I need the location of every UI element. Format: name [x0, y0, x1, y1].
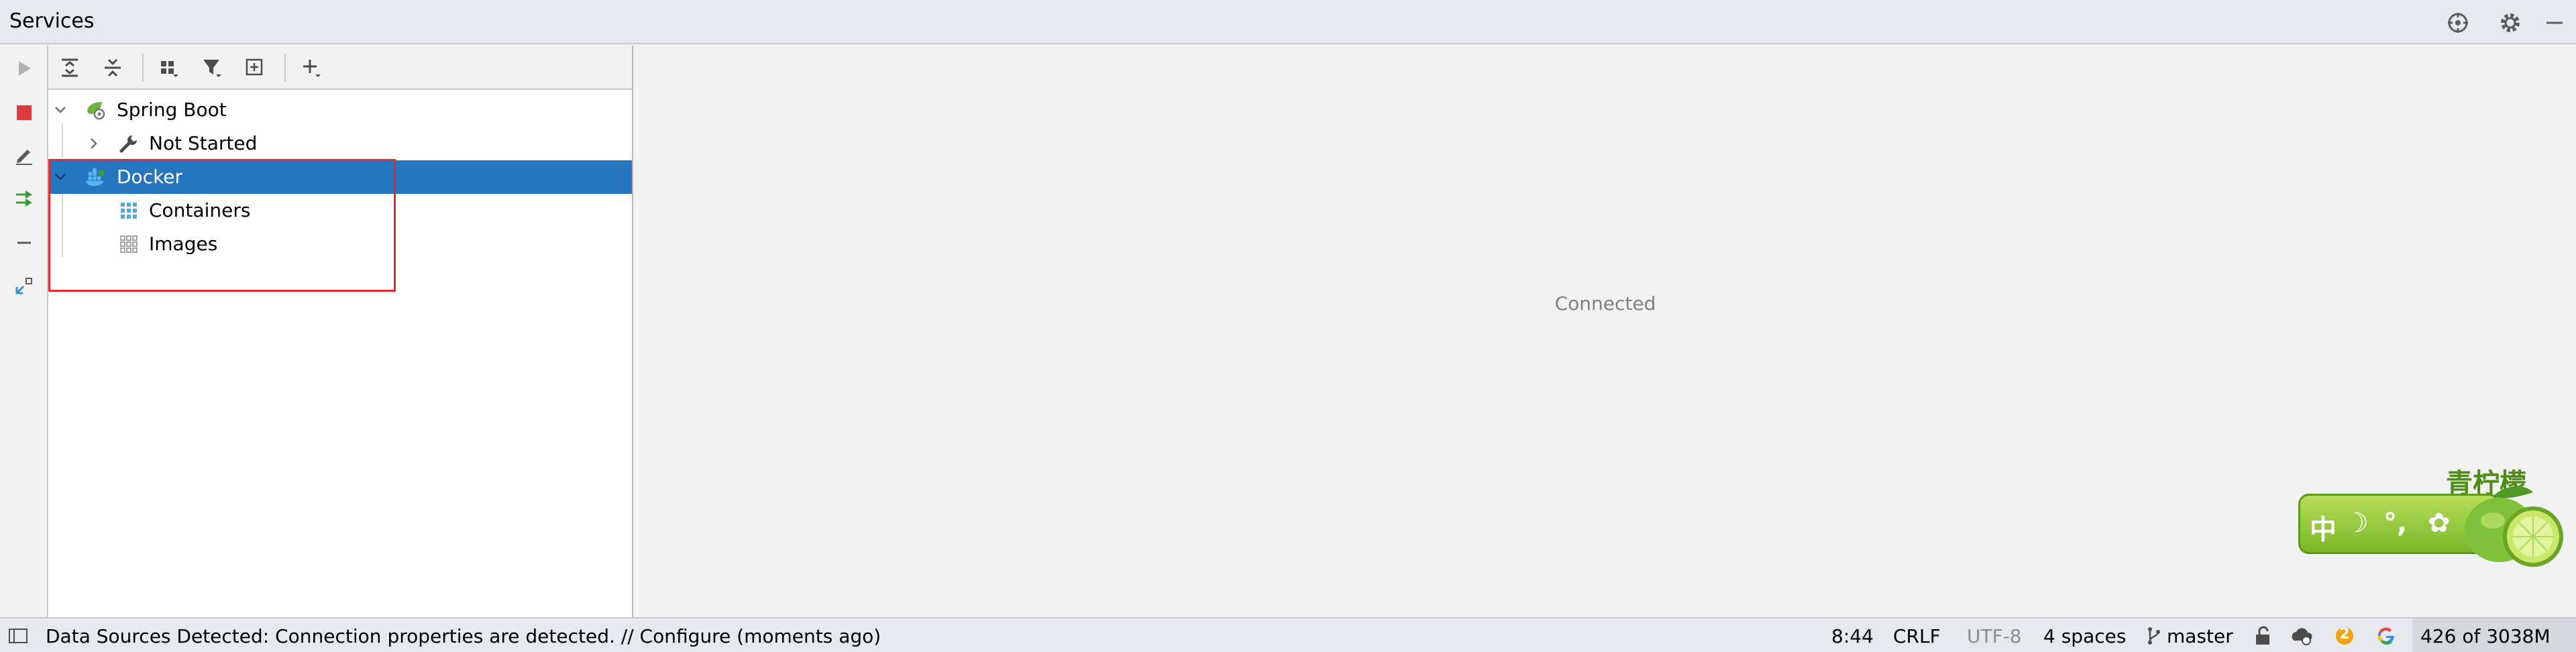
services-tree-pane: Spring Boot Not Started Docker Container… [48, 46, 633, 617]
tree-node-spring-boot[interactable]: Spring Boot [48, 93, 632, 127]
containers-icon [118, 200, 140, 221]
connection-status-text: Connected [1554, 292, 1656, 315]
chevron-down-icon[interactable] [52, 102, 68, 118]
lock-icon[interactable] [2251, 624, 2274, 647]
gear-icon[interactable] [2496, 8, 2525, 38]
tree-node-images[interactable]: Images [48, 227, 632, 261]
tree-node-containers[interactable]: Containers [48, 194, 632, 227]
git-branch-icon [2143, 624, 2165, 647]
tree-node-not-started[interactable]: Not Started [48, 127, 632, 160]
panel-toggle-icon[interactable] [7, 624, 30, 647]
indent-setting[interactable]: 4 spaces [2043, 625, 2126, 648]
caret-position[interactable]: 8:44 [1831, 625, 1874, 648]
cloud-gear-icon[interactable] [2290, 624, 2313, 647]
status-bar: Data Sources Detected: Connection proper… [0, 617, 2576, 652]
toolbar-separator [284, 54, 286, 82]
ime-mode-text: 中 [2310, 514, 2337, 545]
toolbar-separator [142, 54, 144, 82]
tool-window-title: Services [9, 9, 95, 33]
minimize-icon[interactable] [2540, 8, 2569, 38]
memory-indicator[interactable]: 426 of 3038M [2412, 618, 2576, 652]
tree-node-label: Images [149, 233, 218, 255]
notification-count: 2 [2339, 626, 2350, 643]
tree-node-docker[interactable]: Docker [48, 160, 632, 194]
tool-window-header: Services [0, 0, 2576, 44]
run-icon[interactable] [9, 54, 39, 83]
spring-boot-icon [85, 99, 106, 121]
stop-icon[interactable] [9, 98, 39, 127]
chevron-down-icon[interactable] [52, 169, 68, 185]
filter-icon[interactable] [197, 53, 227, 83]
target-icon[interactable] [2443, 8, 2473, 38]
line-separator[interactable]: CRLF [1893, 625, 1941, 648]
notification-badge[interactable]: 2 [2333, 624, 2356, 647]
service-details-pane: Connected [635, 46, 2576, 617]
lime-icon [2453, 476, 2573, 573]
git-branch[interactable]: master [2167, 625, 2233, 648]
wrench-icon [118, 133, 140, 154]
expand-all-icon[interactable] [55, 53, 85, 83]
collapse-all-icon[interactable] [98, 53, 127, 83]
tree-node-label: Docker [117, 166, 183, 188]
group-by-icon[interactable] [154, 53, 184, 83]
tree-node-label: Spring Boot [117, 99, 227, 121]
edit-icon[interactable] [9, 141, 39, 170]
collapse-arrows-icon[interactable] [9, 271, 39, 301]
deploy-icon[interactable] [9, 184, 39, 213]
file-encoding[interactable]: UTF-8 [1967, 625, 2022, 648]
flower-icon: ✿ [2428, 508, 2451, 539]
tree-toolbar [48, 46, 632, 90]
tree-node-label: Containers [149, 199, 251, 221]
event-log-message[interactable]: Data Sources Detected: Connection proper… [46, 625, 881, 648]
new-service-icon[interactable] [240, 53, 270, 83]
minus-icon[interactable] [9, 228, 39, 258]
add-icon[interactable] [297, 53, 326, 83]
moon-icon: ☽ [2345, 508, 2369, 539]
docker-icon [85, 166, 106, 188]
services-action-toolbar [0, 46, 48, 617]
ime-toolbar-widget: 青柠檬 中 ☽ °, ✿ [2298, 456, 2576, 570]
images-icon [118, 233, 140, 255]
memory-usage-text: 426 of 3038M [2420, 625, 2551, 647]
google-icon[interactable] [2375, 624, 2398, 647]
chevron-right-icon[interactable] [86, 135, 102, 152]
ime-punct-text: °, [2383, 508, 2408, 539]
tree-node-label: Not Started [149, 132, 258, 154]
